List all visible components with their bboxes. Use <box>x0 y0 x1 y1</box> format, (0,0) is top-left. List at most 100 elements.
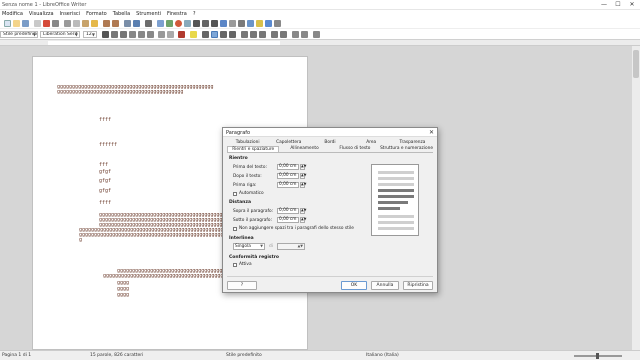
close-button[interactable]: ✕ <box>626 1 638 9</box>
insert-chart-icon[interactable] <box>175 20 182 27</box>
line-spacing-icon[interactable] <box>292 31 299 38</box>
superscript-icon[interactable] <box>138 31 145 38</box>
insert-table-icon[interactable] <box>157 20 164 27</box>
print-icon[interactable] <box>52 20 59 27</box>
decrease-indent-icon[interactable] <box>280 31 287 38</box>
italic-icon[interactable] <box>111 31 118 38</box>
vertical-scrollbar[interactable] <box>632 46 640 350</box>
first-line-spinner[interactable]: ▲▼ <box>300 182 306 188</box>
align-center-icon[interactable] <box>211 31 218 38</box>
first-line-field[interactable]: 0,00 cm <box>277 182 299 188</box>
shadow-icon[interactable] <box>158 31 165 38</box>
justify-icon[interactable] <box>229 31 236 38</box>
copy-icon[interactable] <box>73 20 80 27</box>
menu-finestra[interactable]: Finestra <box>167 10 187 18</box>
indent-before-field[interactable]: 0,00 cm <box>277 164 299 170</box>
page-count: Pagina 1 di 1 <box>2 353 32 358</box>
paragraph-dialog-icon[interactable] <box>313 31 320 38</box>
draw-functions-icon[interactable] <box>265 20 272 27</box>
paragraph-style-select[interactable]: Stile predefinito ▼ <box>0 31 38 38</box>
close-icon[interactable]: ✕ <box>429 129 434 136</box>
menu-strumenti[interactable]: Strumenti <box>136 10 161 18</box>
insert-textbox-icon[interactable] <box>184 20 191 27</box>
export-pdf-icon[interactable] <box>43 20 50 27</box>
clone-formatting-icon[interactable] <box>91 20 98 27</box>
paste-icon[interactable] <box>82 20 89 27</box>
undo-icon[interactable] <box>103 20 110 27</box>
track-changes-icon[interactable] <box>256 20 263 27</box>
special-character-icon[interactable] <box>211 20 218 27</box>
comment-icon[interactable] <box>247 20 254 27</box>
minimize-button[interactable]: — <box>598 1 610 9</box>
ok-button[interactable]: OK <box>341 281 367 290</box>
preview-line <box>378 221 414 224</box>
footnote-icon[interactable] <box>229 20 236 27</box>
spacing-below-field[interactable]: 0,00 cm <box>277 217 299 223</box>
no-space-checkbox[interactable] <box>233 227 237 231</box>
redo-icon[interactable] <box>112 20 119 27</box>
menu-help[interactable]: ? <box>193 10 196 18</box>
zoom-slider-knob[interactable] <box>596 353 599 359</box>
tab-divider <box>227 152 433 153</box>
chevron-down-icon: ▼ <box>32 32 36 37</box>
indent-after-label: Dopo il testo: <box>233 174 262 179</box>
help-button[interactable]: ? <box>227 281 257 290</box>
menu-inserisci[interactable]: Inserisci <box>60 10 81 18</box>
page-style[interactable]: Stile predefinito <box>226 353 262 358</box>
word-count[interactable]: 15 parole, 826 caratteri <box>90 353 143 358</box>
spacing-below-spinner[interactable]: ▲▼ <box>300 217 306 223</box>
hyperlink-icon[interactable] <box>220 20 227 27</box>
spacing-above-spinner[interactable]: ▲▼ <box>300 208 306 214</box>
indent-after-spinner[interactable]: ▲▼ <box>300 173 306 179</box>
page-break-icon[interactable] <box>193 20 200 27</box>
font-color-icon[interactable] <box>178 31 185 38</box>
register-activate-label: Attiva <box>239 262 252 267</box>
scrollbar-thumb[interactable] <box>633 50 639 78</box>
highlight-color-icon[interactable] <box>190 31 197 38</box>
register-activate-checkbox[interactable] <box>233 263 237 267</box>
bullets-icon[interactable] <box>241 31 248 38</box>
clear-formatting-icon[interactable] <box>167 31 174 38</box>
font-size-select[interactable]: 12 ▼ <box>83 31 97 38</box>
more-shapes-icon[interactable] <box>274 20 281 27</box>
reset-button[interactable]: Ripristina <box>403 281 433 290</box>
language[interactable]: Italiano (Italia) <box>366 353 399 358</box>
indent-after-field[interactable]: 0,00 cm <box>277 173 299 179</box>
subscript-icon[interactable] <box>147 31 154 38</box>
insert-image-icon[interactable] <box>166 20 173 27</box>
chevron-down-icon: ▼ <box>260 244 263 248</box>
export-icon[interactable] <box>34 20 41 27</box>
outline-icon[interactable] <box>259 31 266 38</box>
dialog-title: Paragrafo <box>226 130 251 136</box>
bold-icon[interactable] <box>102 31 109 38</box>
menu-formato[interactable]: Formato <box>86 10 107 18</box>
align-left-icon[interactable] <box>202 31 209 38</box>
automatic-checkbox[interactable] <box>233 192 237 196</box>
ruler-text-area <box>48 41 280 45</box>
menu-tabella[interactable]: Tabella <box>113 10 130 18</box>
menu-modifica[interactable]: Modifica <box>2 10 23 18</box>
cut-icon[interactable] <box>64 20 71 27</box>
spacing-above-field[interactable]: 0,00 cm <box>277 208 299 214</box>
doc-line: gfgf <box>99 178 112 184</box>
increase-indent-icon[interactable] <box>271 31 278 38</box>
paragraph-spacing-icon[interactable] <box>301 31 308 38</box>
strikethrough-icon[interactable] <box>129 31 136 38</box>
spelling-icon[interactable] <box>133 20 140 27</box>
formatting-marks-icon[interactable] <box>145 20 152 27</box>
maximize-button[interactable]: ☐ <box>612 1 624 9</box>
menu-visualizza[interactable]: Visualizza <box>29 10 54 18</box>
new-document-icon[interactable] <box>4 20 11 27</box>
insert-field-icon[interactable] <box>202 20 209 27</box>
find-replace-icon[interactable] <box>124 20 131 27</box>
bookmark-icon[interactable] <box>238 20 245 27</box>
cancel-button[interactable]: Annulla <box>371 281 399 290</box>
underline-icon[interactable] <box>120 31 127 38</box>
save-icon[interactable] <box>22 20 29 27</box>
font-name-select[interactable]: Liberation Serif ▼ <box>40 31 80 38</box>
indent-before-spinner[interactable]: ▲▼ <box>300 164 306 170</box>
numbering-icon[interactable] <box>250 31 257 38</box>
line-spacing-select[interactable]: Singola ▼ <box>233 243 265 250</box>
open-icon[interactable] <box>13 20 20 27</box>
align-right-icon[interactable] <box>220 31 227 38</box>
